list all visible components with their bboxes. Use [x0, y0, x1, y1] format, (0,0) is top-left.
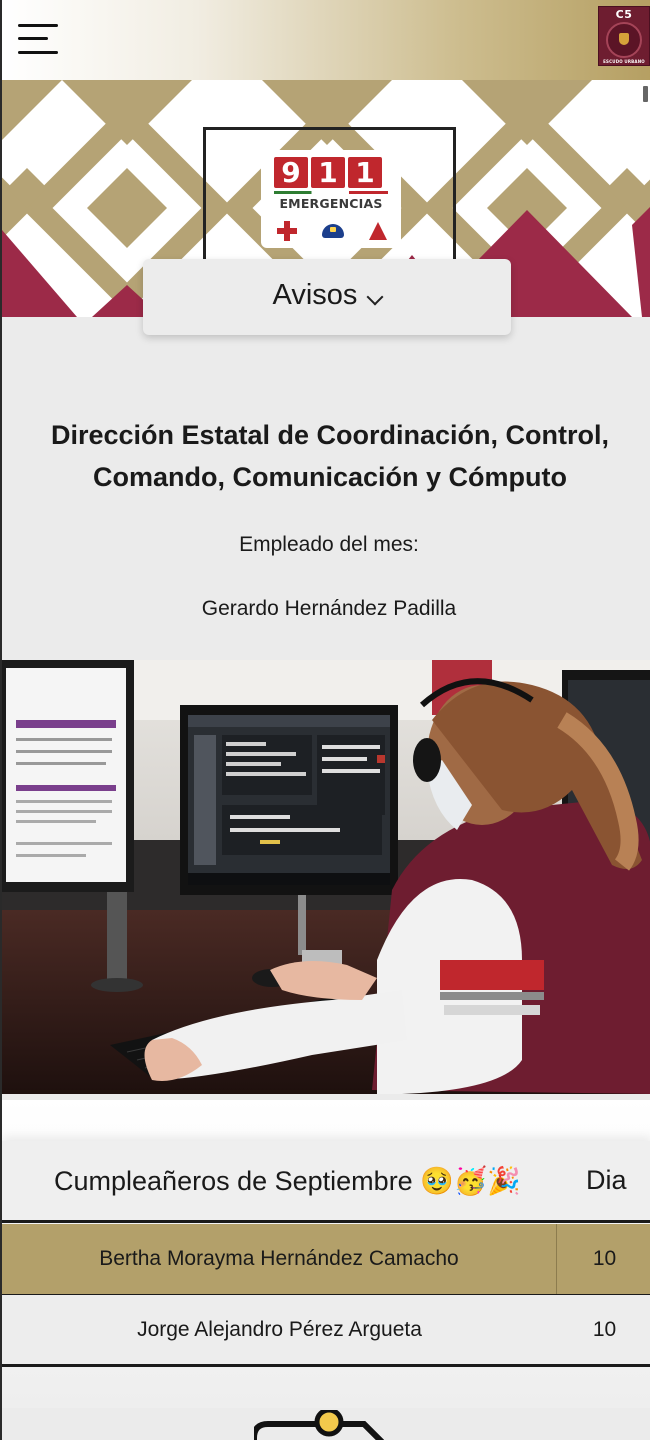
birthday-name-cell: Bertha Morayma Hernández Camacho — [2, 1224, 557, 1294]
digit-1-second: 1 — [348, 157, 382, 188]
emergencias-text: EMERGENCIAS — [279, 196, 383, 211]
scrollbar-thumb[interactable] — [643, 86, 648, 102]
avisos-label: Avisos — [272, 278, 358, 311]
c5-logo-title: C5 — [615, 8, 633, 21]
birthday-table-header: Cumpleañeros de Septiembre 🥹🥳🎉 Dia — [2, 1141, 650, 1223]
firefighter-icon — [369, 222, 387, 240]
top-bar: C5 ESCUDO URBANO — [2, 0, 650, 80]
birthday-day-cell: 10 — [592, 1247, 617, 1270]
chevron-down-icon — [366, 288, 384, 306]
operator-photo — [2, 660, 650, 1094]
birthday-day-cell: 10 — [592, 1317, 617, 1341]
hamburger-menu-icon[interactable] — [18, 22, 60, 56]
organization-title: Dirección Estatal de Coordinación, Contr… — [50, 420, 610, 492]
employee-of-month-name: Gerardo Hernández Padilla — [201, 597, 457, 620]
gift-icon — [254, 1410, 384, 1440]
flag-stripe — [274, 191, 388, 194]
table-row: Bertha Morayma Hernández Camacho 10 — [2, 1224, 650, 1296]
digit-1: 1 — [311, 157, 345, 188]
state-seal-icon — [606, 22, 642, 58]
operator-photo-image — [2, 660, 650, 1094]
red-cross-icon — [277, 221, 297, 241]
c5-logo-caption: ESCUDO URBANO — [603, 59, 645, 64]
digit-9: 9 — [274, 157, 308, 188]
employee-of-month-label: Empleado del mes: — [239, 533, 419, 556]
table-row: Jorge Alejandro Pérez Argueta 10 — [2, 1295, 650, 1367]
c5-logo[interactable]: C5 ESCUDO URBANO — [598, 6, 650, 66]
emergencias-911-logo: 9 1 1 EMERGENCIAS — [261, 150, 401, 248]
police-cap-icon — [322, 224, 344, 238]
birthday-header-name: Cumpleañeros de Septiembre 🥹🥳🎉 — [54, 1166, 522, 1196]
birthday-name-cell: Jorge Alejandro Pérez Argueta — [137, 1317, 422, 1341]
page: C5 ESCUDO URBANO 9 1 1 EMERGENCIAS Aviso… — [0, 0, 650, 1440]
birthday-header-day: Dia — [586, 1165, 627, 1195]
avisos-dropdown-button[interactable]: Avisos — [143, 259, 511, 335]
